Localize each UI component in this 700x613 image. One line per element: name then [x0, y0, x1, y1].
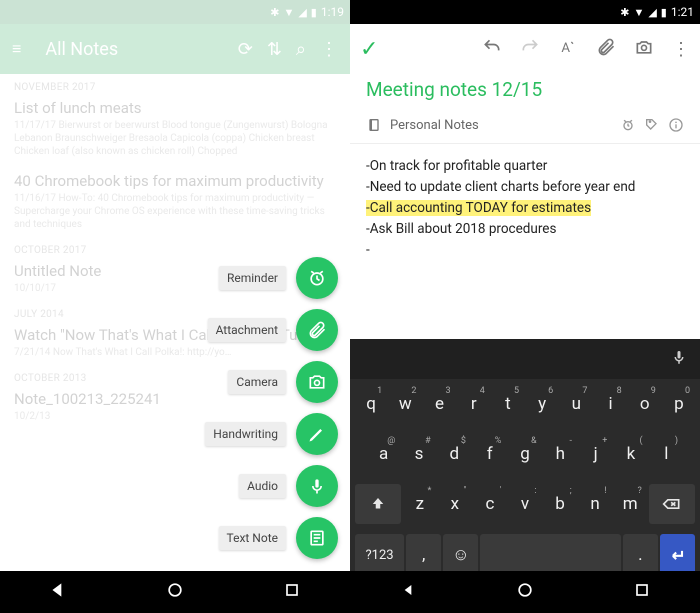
wifi-icon: ▼ [633, 6, 644, 19]
recents-icon[interactable] [632, 580, 652, 604]
tag-icon[interactable] [644, 117, 660, 133]
paperclip-icon [296, 309, 338, 351]
key-z[interactable]: z* [403, 484, 436, 524]
battery-icon: ▮ [661, 6, 667, 19]
kb-row-3: z*x"c'v:b;n!m? [350, 479, 700, 529]
kb-row-2: a@s#d$f%g&h-j+k(l) [350, 429, 700, 479]
recents-icon[interactable] [282, 580, 302, 604]
notebook-selector[interactable]: Personal Notes [350, 111, 700, 144]
clock: 1:21 [671, 5, 694, 19]
back-icon[interactable] [48, 580, 68, 604]
key-g[interactable]: g& [508, 434, 541, 474]
notebook-name: Personal Notes [390, 118, 479, 133]
notebook-icon [366, 117, 382, 133]
phone-right-note-editor: ✱ ▼ ◢ ▮ 1:21 ✓ A ⋮ Meeting notes 12/15 P… [350, 0, 700, 613]
mic-icon[interactable] [670, 348, 688, 370]
pen-icon [296, 413, 338, 455]
key-x[interactable]: x" [438, 484, 471, 524]
note-line: -Need to update client charts before yea… [366, 177, 684, 198]
key-a[interactable]: a@ [367, 434, 400, 474]
overflow-icon[interactable]: ⋮ [672, 39, 690, 60]
editor-toolbar: ✓ A ⋮ [350, 24, 700, 74]
camera-icon [296, 361, 338, 403]
key-e[interactable]: e3 [423, 384, 455, 424]
key-enter[interactable] [660, 534, 695, 576]
phone-left-notes-list: ✱ ▼ ◢ ▮ 1:19 ≡ All Notes ⟳ ⇅ ⌕ ⋮ NOVEMBE… [0, 0, 350, 613]
fab-label: Text Note [219, 526, 287, 550]
fab-reminder[interactable]: Reminder [219, 257, 338, 299]
key-f[interactable]: f% [473, 434, 506, 474]
key-backspace[interactable] [649, 484, 695, 524]
fab-label: Reminder [219, 266, 286, 290]
fab-attachment[interactable]: Attachment [208, 309, 338, 351]
redo-icon[interactable] [520, 37, 540, 61]
key-l[interactable]: l) [650, 434, 683, 474]
undo-icon[interactable] [482, 37, 502, 61]
key-y[interactable]: y6 [526, 384, 558, 424]
fab-text-note[interactable]: Text Note [219, 517, 339, 559]
key-comma[interactable]: , [406, 534, 441, 576]
key-period[interactable]: . [623, 534, 658, 576]
key-o[interactable]: o9 [629, 384, 661, 424]
key-w[interactable]: w2 [389, 384, 421, 424]
key-h[interactable]: h- [544, 434, 577, 474]
key-i[interactable]: i8 [594, 384, 626, 424]
key-s[interactable]: s# [402, 434, 435, 474]
fab-menu: Reminder Attachment Camera Handwriting A… [205, 257, 338, 559]
camera-icon[interactable] [634, 37, 654, 61]
key-r[interactable]: r4 [458, 384, 490, 424]
info-icon[interactable] [668, 117, 684, 133]
key-v[interactable]: v: [508, 484, 541, 524]
key-p[interactable]: p0 [663, 384, 695, 424]
kb-row-1: q1w2e3r4t5y6u7i8o9p0 [350, 379, 700, 429]
fab-label: Handwriting [205, 422, 286, 446]
nav-bar [350, 571, 700, 613]
fab-label: Audio [239, 474, 286, 498]
signal-icon: ◢ [648, 6, 656, 19]
key-u[interactable]: u7 [560, 384, 592, 424]
home-icon[interactable] [515, 580, 535, 604]
alarm-icon [296, 257, 338, 299]
key-t[interactable]: t5 [492, 384, 524, 424]
key-d[interactable]: d$ [438, 434, 471, 474]
key-symbols[interactable]: ?123 [355, 534, 404, 576]
fab-handwriting[interactable]: Handwriting [205, 413, 338, 455]
fab-camera[interactable]: Camera [228, 361, 338, 403]
note-title-input[interactable]: Meeting notes 12/15 [350, 74, 700, 111]
status-bar: ✱ ▼ ◢ ▮ 1:21 [350, 0, 700, 24]
key-q[interactable]: q1 [355, 384, 387, 424]
nav-bar [0, 571, 350, 613]
note-line: - [366, 240, 684, 261]
key-shift[interactable] [355, 484, 401, 524]
key-c[interactable]: c' [473, 484, 506, 524]
key-emoji[interactable]: ☺ [443, 534, 478, 576]
home-icon[interactable] [165, 580, 185, 604]
key-space[interactable] [480, 534, 620, 576]
note-line: -Call accounting TODAY for estimates [366, 198, 684, 219]
back-icon[interactable] [398, 580, 418, 604]
svg-text:A: A [561, 41, 570, 56]
key-m[interactable]: m? [614, 484, 647, 524]
keyboard: q1w2e3r4t5y6u7i8o9p0 a@s#d$f%g&h-j+k(l) … [350, 339, 700, 571]
attach-icon[interactable] [596, 37, 616, 61]
note-line: -On track for profitable quarter [366, 156, 684, 177]
fab-audio[interactable]: Audio [239, 465, 338, 507]
reminder-icon[interactable] [620, 117, 636, 133]
key-k[interactable]: k( [614, 434, 647, 474]
format-icon[interactable]: A [558, 37, 578, 61]
done-icon[interactable]: ✓ [360, 37, 378, 62]
fab-label: Attachment [208, 318, 286, 342]
key-b[interactable]: b; [544, 484, 577, 524]
suggestion-bar [350, 339, 700, 379]
key-n[interactable]: n! [579, 484, 612, 524]
note-body[interactable]: -On track for profitable quarter -Need t… [350, 144, 700, 273]
fab-label: Camera [228, 370, 286, 394]
mic-icon [296, 465, 338, 507]
key-j[interactable]: j+ [579, 434, 612, 474]
bluetooth-icon: ✱ [620, 6, 629, 19]
note-line: -Ask Bill about 2018 procedures [366, 219, 684, 240]
note-icon [296, 517, 338, 559]
